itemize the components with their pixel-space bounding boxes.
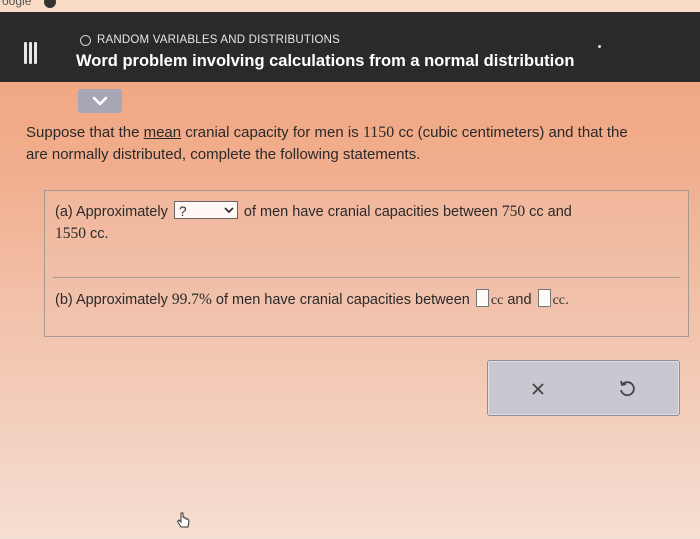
problem-line-2: are normally distributed, complete the f… xyxy=(26,146,421,163)
browser-tab-icon xyxy=(44,0,56,8)
part-a-high-value: 1550 xyxy=(55,225,86,242)
intro-text: Suppose that the xyxy=(26,124,144,141)
part-a-unit: cc. xyxy=(86,226,109,242)
problem-statement: Suppose that the mean cranial capacity f… xyxy=(26,122,700,166)
upper-bound-input[interactable] xyxy=(537,289,551,308)
header-dot-icon xyxy=(598,45,601,48)
lower-bound-input[interactable] xyxy=(475,289,489,308)
mean-link[interactable]: mean xyxy=(144,124,182,141)
percent-select[interactable]: ? xyxy=(173,201,238,220)
assignment-header: RANDOM VARIABLES AND DISTRIBUTIONS Word … xyxy=(0,12,700,82)
menu-icon[interactable] xyxy=(24,42,38,64)
pointer-cursor-icon xyxy=(176,512,190,528)
divider xyxy=(53,277,680,278)
part-a-prefix: (a) Approximately xyxy=(55,204,168,220)
problem-line-1: Suppose that the mean cranial capacity f… xyxy=(26,122,700,144)
circle-icon xyxy=(80,34,91,46)
percent-select-value: ? xyxy=(178,203,187,220)
part-b-prefix: (b) Approximately xyxy=(55,292,172,308)
browser-tab-text: oogle xyxy=(2,0,32,8)
part-a: (a) Approximately ? of men have cranial … xyxy=(55,201,680,245)
chevron-down-icon xyxy=(224,207,234,214)
undo-icon[interactable] xyxy=(616,377,638,399)
part-b-unit: cc xyxy=(552,293,565,308)
part-b-middle: of men have cranial capacities between xyxy=(211,292,474,308)
part-b-period: . xyxy=(565,292,570,308)
collapse-button[interactable] xyxy=(78,89,122,113)
x-icon[interactable] xyxy=(528,379,548,399)
mean-value: 1150 xyxy=(362,124,395,141)
intro-text: cranial capacity for men is xyxy=(181,124,363,141)
browser-tab-strip: oogle xyxy=(0,0,700,12)
part-a-middle: of men have cranial capacities between xyxy=(239,204,502,220)
chevron-down-icon xyxy=(92,96,108,106)
question-box: (a) Approximately ? of men have cranial … xyxy=(44,190,689,337)
part-b-and: and xyxy=(503,292,536,308)
section-label-text: RANDOM VARIABLES AND DISTRIBUTIONS xyxy=(97,34,341,46)
intro-text: cc (cubic centimeters) and that the xyxy=(394,124,628,141)
action-panel xyxy=(487,360,680,416)
part-a-unit: cc and xyxy=(525,204,572,220)
part-b-percent: 99.7% xyxy=(171,291,212,308)
part-b-unit: cc xyxy=(490,293,504,308)
part-a-low-value: 750 xyxy=(501,203,526,220)
part-b: (b) Approximately 99.7% of men have cran… xyxy=(55,289,685,312)
page-title: Word problem involving calculations from… xyxy=(76,52,575,70)
section-label: RANDOM VARIABLES AND DISTRIBUTIONS xyxy=(80,34,340,46)
